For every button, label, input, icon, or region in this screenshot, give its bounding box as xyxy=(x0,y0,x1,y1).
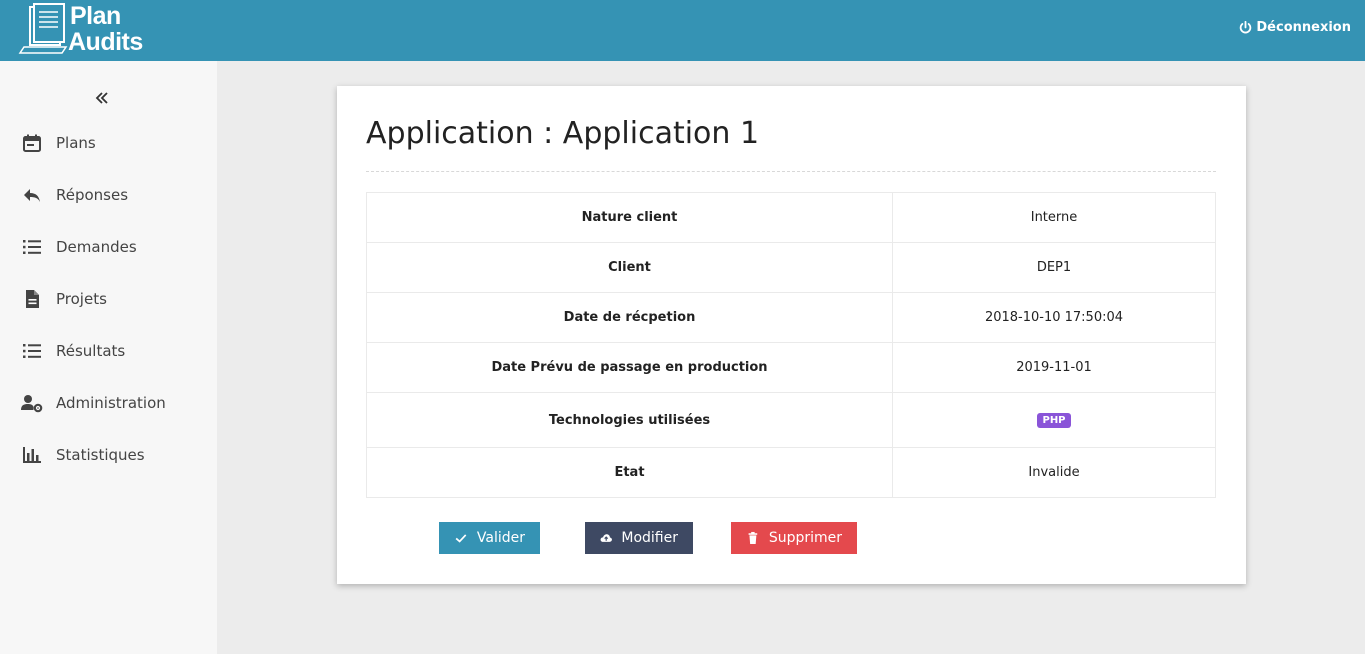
sidebar-item-label: Plans xyxy=(56,134,96,152)
sidebar: Plans Réponses Demandes Projets Résultat… xyxy=(0,61,217,654)
delete-button[interactable]: Supprimer xyxy=(731,522,857,554)
table-cell-key: Date de récpetion xyxy=(366,292,893,343)
table-cell-value: Interne xyxy=(892,192,1216,243)
edit-button[interactable]: Modifier xyxy=(585,522,693,554)
bar-chart-icon xyxy=(21,444,43,466)
table-cell-key: Technologies utilisées xyxy=(366,392,893,448)
logout-button[interactable]: Déconnexion xyxy=(1239,20,1351,35)
validate-button[interactable]: Valider xyxy=(439,522,540,554)
table-cell-value: PHP xyxy=(892,392,1216,448)
cloud-upload-icon xyxy=(600,534,612,542)
table-row: Etat Invalide xyxy=(366,447,1216,498)
validate-button-label: Valider xyxy=(476,530,525,546)
sidebar-item-label: Administration xyxy=(56,394,166,412)
table-cell-key: Client xyxy=(366,242,893,293)
table-row: Client DEP1 xyxy=(366,242,1216,293)
table-row: Nature client Interne xyxy=(366,192,1216,243)
table-cell-value: Invalide xyxy=(892,447,1216,498)
trash-icon xyxy=(748,531,758,545)
double-chevron-left-icon xyxy=(95,92,108,104)
calendar-icon xyxy=(21,132,43,154)
sidebar-item-resultats[interactable]: Résultats xyxy=(0,331,217,371)
page-title: Application : Application 1 xyxy=(366,116,760,151)
sidebar-item-label: Réponses xyxy=(56,186,129,204)
collapse-sidebar-button[interactable] xyxy=(92,88,112,108)
check-icon xyxy=(455,534,467,543)
technology-badge: PHP xyxy=(1037,413,1071,428)
table-row: Date Prévu de passage en production 2019… xyxy=(366,342,1216,393)
sidebar-item-label: Demandes xyxy=(56,238,137,256)
sidebar-item-administration[interactable]: Administration xyxy=(0,383,217,423)
delete-button-label: Supprimer xyxy=(768,530,842,546)
sidebar-item-label: Résultats xyxy=(56,342,126,360)
application-detail-card: Application : Application 1 Nature clien… xyxy=(337,86,1246,584)
list-icon xyxy=(21,236,43,258)
sidebar-item-statistiques[interactable]: Statistiques xyxy=(0,435,217,475)
table-cell-key: Nature client xyxy=(366,192,893,243)
table-cell-value: 2019-11-01 xyxy=(892,342,1216,393)
sidebar-item-demandes[interactable]: Demandes xyxy=(0,227,217,267)
reply-icon xyxy=(21,184,43,206)
user-cog-icon xyxy=(21,392,43,414)
app-logo[interactable]: Plan Audits xyxy=(18,3,148,57)
logout-label: Déconnexion xyxy=(1256,20,1351,35)
table-cell-value: DEP1 xyxy=(892,242,1216,293)
title-divider xyxy=(366,171,1216,172)
logo-text-plan: Plan xyxy=(70,2,121,30)
sidebar-item-reponses[interactable]: Réponses xyxy=(0,175,217,215)
table-row: Date de récpetion 2018-10-10 17:50:04 xyxy=(366,292,1216,343)
table-cell-value: 2018-10-10 17:50:04 xyxy=(892,292,1216,343)
table-cell-key: Etat xyxy=(366,447,893,498)
sidebar-item-plans[interactable]: Plans xyxy=(0,123,217,163)
sidebar-item-projets[interactable]: Projets xyxy=(0,279,217,319)
sidebar-item-label: Projets xyxy=(56,290,107,308)
top-bar: Plan Audits Déconnexion xyxy=(0,0,1365,61)
table-row: Technologies utilisées PHP xyxy=(366,392,1216,448)
table-cell-key: Date Prévu de passage en production xyxy=(366,342,893,393)
power-icon xyxy=(1240,21,1252,34)
application-info-table: Nature client Interne Client DEP1 Date d… xyxy=(366,192,1216,498)
list-icon xyxy=(21,340,43,362)
sidebar-item-label: Statistiques xyxy=(56,446,145,464)
document-icon xyxy=(21,288,43,310)
logo-text-audits: Audits xyxy=(68,28,143,56)
edit-button-label: Modifier xyxy=(621,530,678,546)
